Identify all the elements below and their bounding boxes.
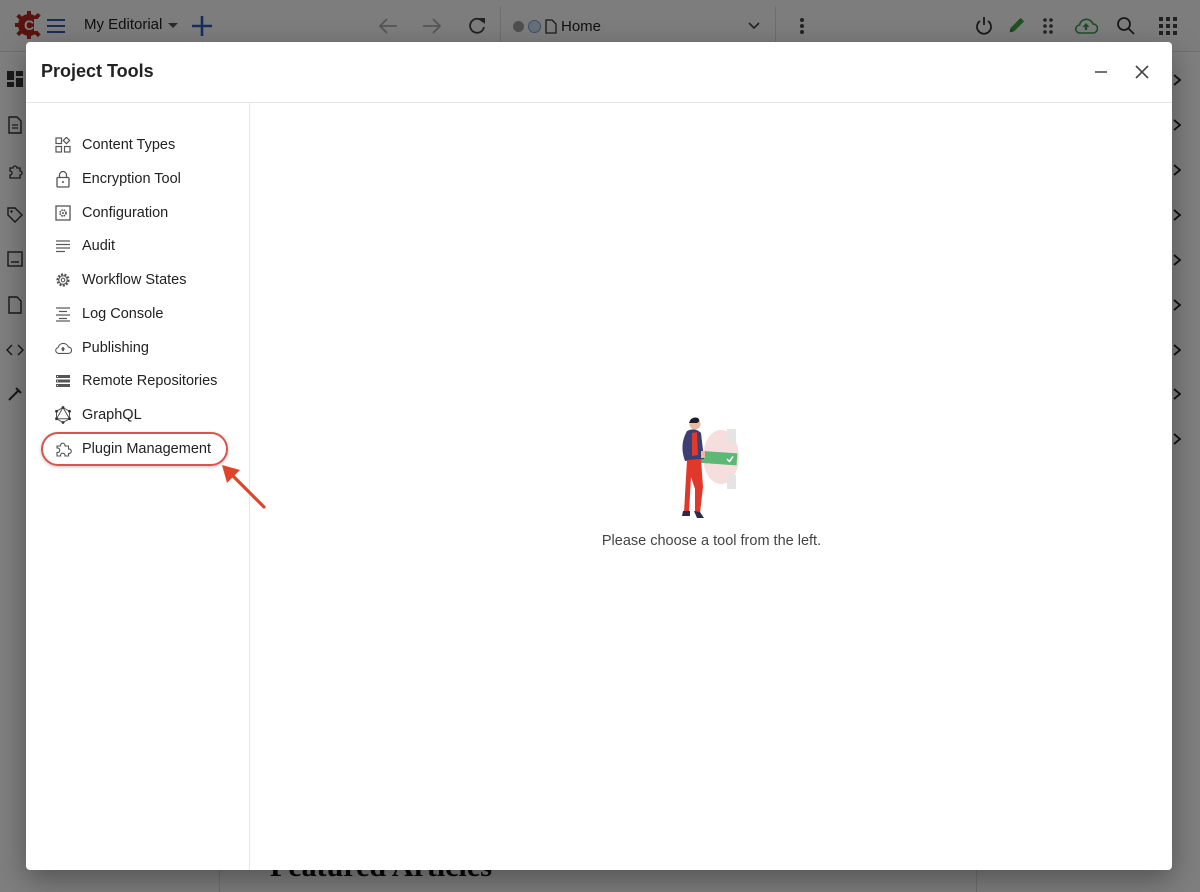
content-types-icon bbox=[54, 136, 72, 154]
gear-icon bbox=[54, 271, 72, 289]
tool-content-area: Please choose a tool from the left. bbox=[251, 103, 1172, 870]
tool-label: GraphQL bbox=[82, 407, 142, 423]
tool-item-encryption-tool[interactable]: Encryption Tool bbox=[50, 165, 185, 193]
tool-item-workflow-states[interactable]: Workflow States bbox=[50, 266, 191, 294]
tool-item-publishing[interactable]: Publishing bbox=[50, 334, 153, 362]
graphql-icon bbox=[54, 406, 72, 424]
minimize-icon bbox=[1095, 71, 1107, 73]
dialog-header: Project Tools bbox=[26, 42, 1172, 103]
close-button[interactable] bbox=[1131, 61, 1153, 83]
align-center-icon bbox=[54, 305, 72, 323]
lines-icon bbox=[54, 237, 72, 255]
tool-item-plugin-management[interactable]: Plugin Management bbox=[50, 435, 215, 463]
dialog-title: Project Tools bbox=[41, 61, 154, 81]
tools-nav: Content Types Encryption Tool Configurat… bbox=[26, 103, 266, 870]
person-choosing-illustration bbox=[682, 417, 739, 518]
tool-item-log-console[interactable]: Log Console bbox=[50, 300, 167, 328]
tool-label: Content Types bbox=[82, 137, 176, 153]
minimize-button[interactable] bbox=[1090, 61, 1112, 83]
cloud-upload-icon bbox=[54, 339, 72, 357]
empty-state-message: Please choose a tool from the left. bbox=[601, 533, 822, 549]
tool-label: Encryption Tool bbox=[82, 171, 181, 187]
tool-label: Audit bbox=[82, 238, 116, 254]
tool-label: Remote Repositories bbox=[82, 373, 218, 389]
puzzle-icon bbox=[54, 440, 72, 458]
tool-label: Publishing bbox=[82, 340, 149, 356]
tool-item-graphql[interactable]: GraphQL bbox=[50, 401, 146, 429]
tool-item-configuration[interactable]: Configuration bbox=[50, 199, 172, 227]
tool-item-audit[interactable]: Audit bbox=[50, 232, 119, 260]
tool-label: Configuration bbox=[82, 205, 169, 221]
storage-list-icon bbox=[54, 372, 72, 390]
tool-item-remote-repositories[interactable]: Remote Repositories bbox=[50, 367, 221, 395]
lock-icon bbox=[54, 170, 72, 188]
close-icon bbox=[1135, 65, 1149, 79]
tool-item-content-types[interactable]: Content Types bbox=[50, 131, 179, 159]
tool-label: Plugin Management bbox=[82, 441, 211, 457]
tool-label: Workflow States bbox=[82, 272, 187, 288]
project-tools-dialog: Project Tools Content Types Encryption T… bbox=[26, 42, 1172, 870]
settings-box-icon bbox=[54, 204, 72, 222]
tool-label: Log Console bbox=[82, 306, 164, 322]
